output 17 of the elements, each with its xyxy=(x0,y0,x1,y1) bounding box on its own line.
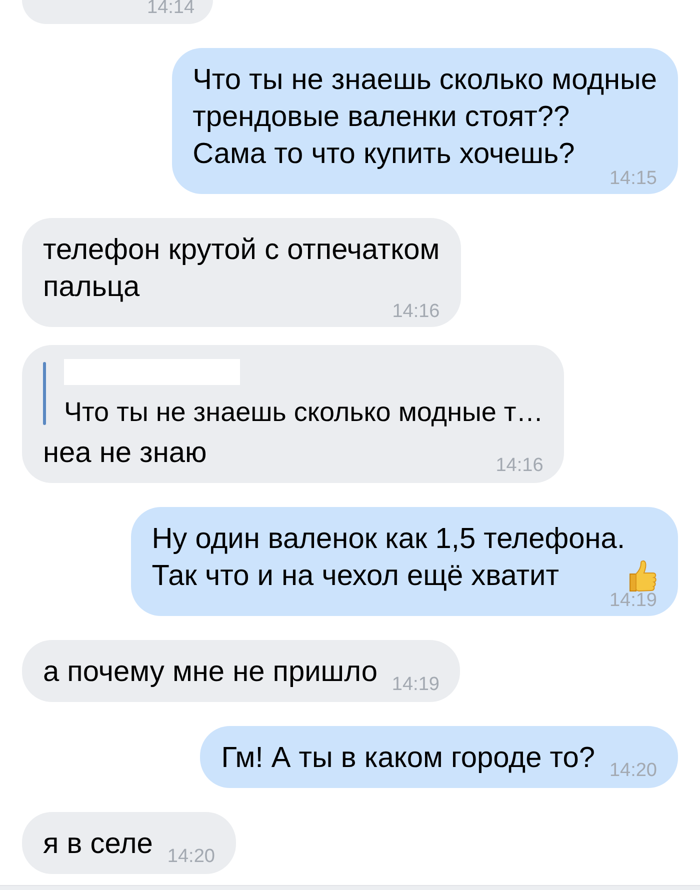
message-time: 14:16 xyxy=(392,304,440,320)
message-time: 14:16 xyxy=(496,458,544,474)
message-text: неа не знаю xyxy=(43,436,207,471)
message-text: Ну один валенок как 1,5 телефона. Так что и на чехол ещё хватит xyxy=(152,522,625,592)
message-time: 14:20 xyxy=(609,763,657,779)
message-text: Что ты не знаешь сколько модные трендовые валенки стоят?? Сама то что купить хочешь? xyxy=(192,63,657,170)
message-time: 14:14 xyxy=(147,0,195,16)
quote-bar xyxy=(43,362,46,425)
message-time: 14:15 xyxy=(609,171,657,187)
message-text: Гм! А ты в каком городе то? xyxy=(221,741,595,776)
quoted-text: Что ты не знаешь сколько модные т… xyxy=(64,397,544,427)
message-text: телефон крутой с отпечатком пальца xyxy=(43,233,440,304)
message-time: 14:19 xyxy=(392,677,440,693)
message-time: 14:20 xyxy=(167,849,215,865)
message-time: 14:19 xyxy=(609,593,657,609)
message-text: а почему мне не пришло xyxy=(43,655,378,690)
message-text: я в селе xyxy=(43,827,153,862)
